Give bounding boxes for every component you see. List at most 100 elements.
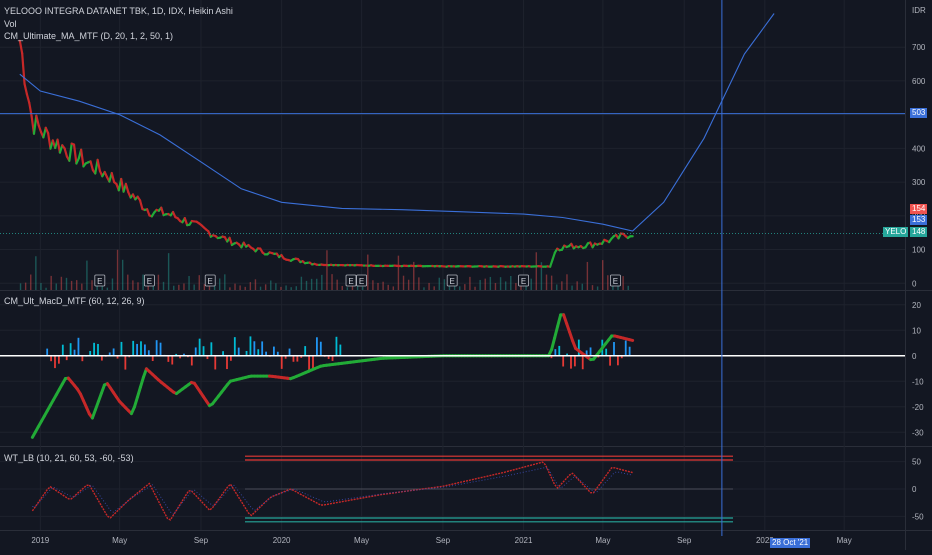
main-y-tick-label: 600 [912, 77, 926, 86]
macd-histogram-bar [70, 343, 72, 356]
macd-histogram-bar [261, 341, 263, 355]
volume-bar [321, 275, 322, 290]
price-line-segment [27, 94, 29, 103]
volume-bar [372, 280, 373, 290]
volume-bar [168, 253, 169, 290]
chart-canvas[interactable]: EEEEEEEE 2019MaySep2020MaySep2021MaySep2… [0, 0, 932, 550]
volume-bar [71, 281, 72, 290]
volume-bar [342, 286, 343, 290]
macd-histogram-bar [46, 349, 48, 356]
macd-histogram-bar [558, 346, 560, 356]
ma-line [20, 14, 774, 232]
price-line-segment [65, 148, 67, 156]
volume-bars [20, 250, 629, 290]
price-line-segment [36, 116, 38, 126]
green-price-tag: 148 [910, 227, 927, 237]
blue-price-tag: 153 [910, 215, 927, 225]
event-marker: E [357, 275, 367, 286]
macd-histogram-bar [132, 341, 134, 356]
volume-bar [275, 283, 276, 290]
macd-histogram-bar [554, 349, 556, 356]
macd-line-segment [555, 326, 558, 338]
volume-bar [296, 286, 297, 290]
macd-line-segment [552, 338, 555, 350]
x-tick-label: Sep [436, 536, 451, 545]
event-marker: E [447, 275, 457, 286]
volume-bar [270, 280, 271, 290]
macd-histogram-bar [605, 349, 607, 356]
x-tick-label: May [837, 536, 852, 545]
volume-bar [536, 252, 537, 290]
price-pane: EEEEEEEE [0, 14, 905, 287]
volume-bar [418, 277, 419, 290]
volume-bar [444, 279, 445, 290]
volume-bar [193, 285, 194, 290]
symbol-title: YELOOO INTEGRA DATANET TBK, 1D, IDX, Hei… [4, 6, 233, 16]
macd-y-tick-label: 0 [912, 352, 917, 361]
volume-bar [510, 276, 511, 290]
volume-bar [331, 274, 332, 290]
macd-histogram-bar [199, 339, 201, 356]
volume-bar [474, 287, 475, 290]
x-tick-label: May [595, 536, 610, 545]
macd-histogram-bar [273, 347, 275, 356]
price-line-segment [22, 53, 24, 83]
macd-histogram-bar [210, 342, 212, 355]
price-line-segment [126, 184, 128, 192]
wt-indicator-label: WT_LB (10, 21, 60, 53, -60, -53) [4, 453, 134, 463]
macd-histogram-bar [78, 338, 80, 356]
macd-histogram-bar [160, 343, 162, 356]
macd-histogram-bar [234, 337, 236, 356]
volume-bar [393, 286, 394, 290]
macd-histogram-bar [203, 346, 205, 356]
price-line-segment [140, 200, 142, 209]
volume-bar [173, 286, 174, 290]
volume-bar [122, 260, 123, 290]
macd-histogram-bar [171, 356, 173, 365]
macd-histogram-bar [97, 344, 99, 356]
macd-histogram-bar [562, 356, 564, 367]
price-line-segment [20, 41, 22, 54]
volume-bar [219, 278, 220, 290]
macd-histogram-bar [578, 340, 580, 356]
macd-histogram-bar [226, 356, 228, 369]
volume-bar [199, 275, 200, 290]
volume-bar [158, 275, 159, 290]
volume-bar [61, 277, 62, 290]
macd-histogram-bar [281, 356, 283, 369]
price-line-segment [98, 160, 100, 171]
volume-bar [531, 279, 532, 290]
event-label: E [147, 277, 152, 286]
volume-bar [112, 278, 113, 290]
macd-histogram-bar [316, 337, 318, 355]
volume-bar [137, 282, 138, 290]
macd-histogram-bar [93, 343, 95, 356]
x-tick-label: Sep [194, 536, 209, 545]
macd-histogram-bar [574, 356, 576, 367]
volume-bar [81, 284, 82, 290]
volume-bar [188, 276, 189, 290]
macd-histogram-bar [113, 348, 115, 355]
volume-bar [607, 275, 608, 290]
macd-histogram-bar [74, 350, 76, 356]
macd-histogram-bar [167, 356, 169, 362]
macd-y-tick-label: 10 [912, 326, 921, 335]
macd-histogram-bar [312, 356, 314, 368]
volume-bar [40, 283, 41, 290]
event-marker: E [205, 275, 215, 286]
volume-bar [592, 285, 593, 290]
macd-histogram-bar [121, 342, 123, 356]
volume-bar [285, 285, 286, 290]
volume-bar [30, 275, 31, 290]
volume-bar [469, 277, 470, 290]
price-line-segment [161, 208, 163, 215]
x-tick-label: May [112, 536, 127, 545]
volume-bar [571, 286, 572, 290]
volume-bar [546, 275, 547, 290]
volume-bar [582, 284, 583, 290]
volume-bar [224, 274, 225, 290]
volume-bar [234, 284, 235, 290]
macd-histogram-bar [609, 356, 611, 366]
volume-bar [515, 283, 516, 290]
event-marker: E [610, 275, 620, 286]
